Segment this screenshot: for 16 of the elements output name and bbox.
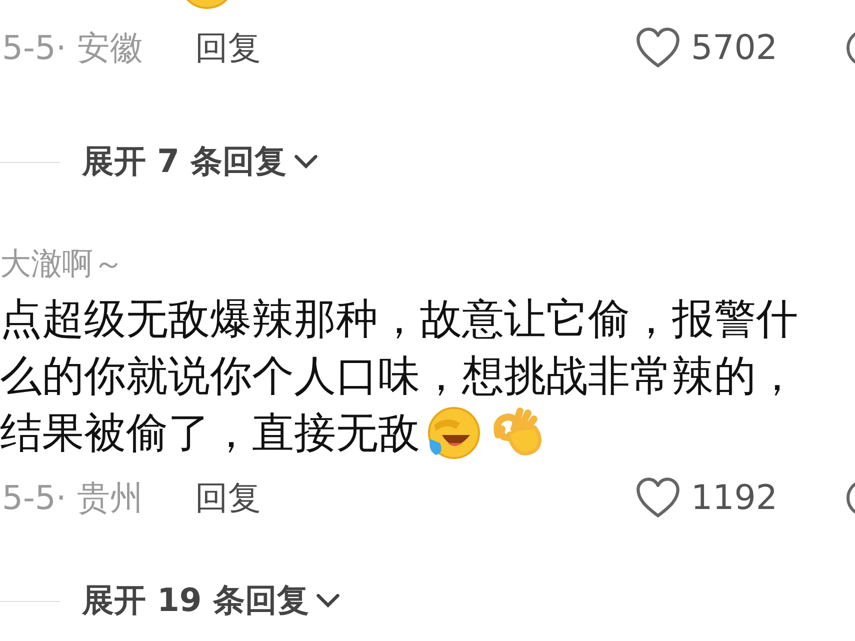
comment-text: 点超级无敌爆辣那种，故意让它偷，报警什: [0, 292, 798, 344]
comment-text: 么的你就说你个人口味，想挑战非常辣的，: [0, 350, 798, 402]
chevron-down-icon: [314, 592, 341, 610]
expand-replies-button[interactable]: 展开 19 条回复: [82, 579, 341, 623]
reply-button[interactable]: 回复: [194, 26, 261, 70]
heart-icon[interactable]: [635, 477, 681, 519]
heart-icon[interactable]: [635, 27, 681, 69]
laughing-emoji-icon: [426, 404, 482, 460]
chevron-down-icon: [292, 153, 319, 171]
date-location: 5-5· 贵州: [2, 476, 143, 518]
like-count: 5702: [691, 28, 779, 68]
comment-text: 结果被偷了，直接无敌: [0, 406, 420, 458]
expand-replies-button[interactable]: 展开 7 条回复: [82, 140, 319, 184]
date-location: 5-5· 安徽: [2, 26, 143, 68]
reply-button[interactable]: 回复: [194, 476, 261, 520]
like-count: 1192: [691, 478, 779, 518]
